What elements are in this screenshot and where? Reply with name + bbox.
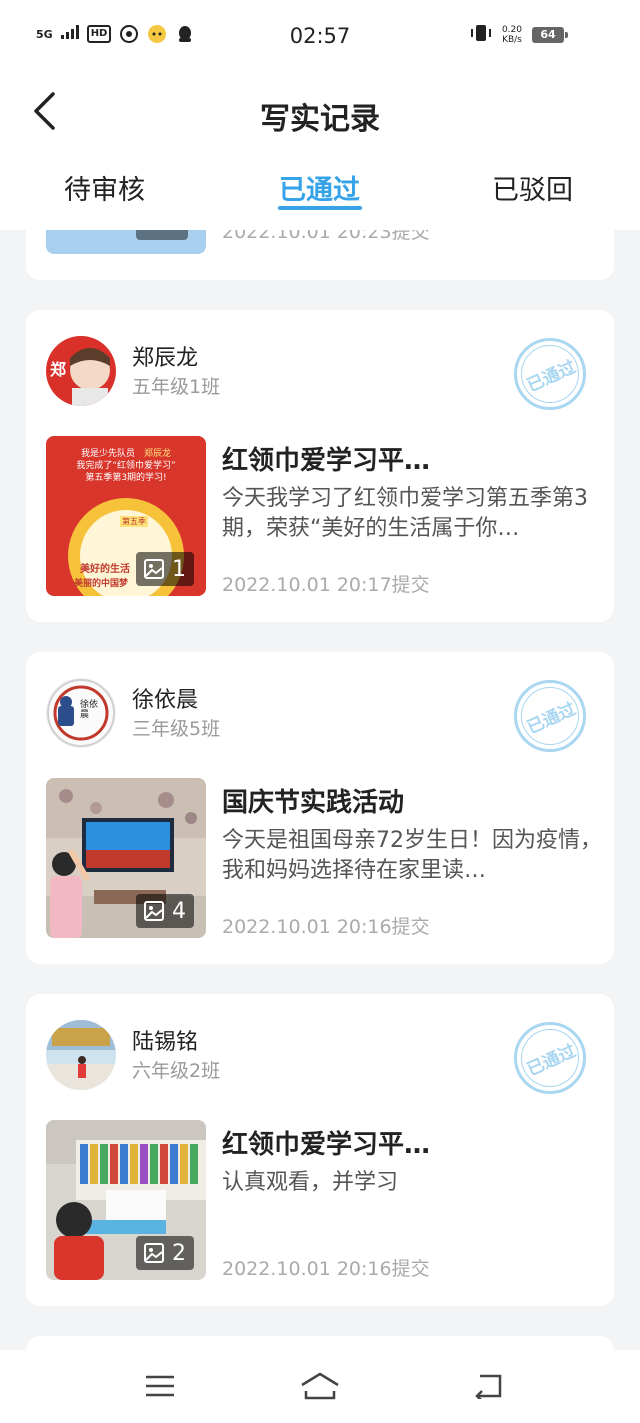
record-card[interactable]: 徐依晨 徐依晨 三年级5班 已通过 4 国庆节实践活动 今天是祖国母亲72岁生日… [26,652,614,964]
thumb-line: 郑辰龙 [143,449,171,459]
record-description: 今天我学习了红领巾爱学习第五季第3期，荣获“美好的生活属于你… [222,486,588,541]
record-thumbnail[interactable]: 我是少先队员 郑辰龙 我完成了“红领巾爱学习” 第五季第3期的学习! 第五季 美… [46,436,206,596]
avatar-text: 徐依晨 [80,700,99,720]
record-description: 认真观看，并学习 [222,1170,399,1195]
image-icon [144,901,164,921]
avatar: 徐依晨 [46,678,116,748]
student-name: 陆锡铭 [132,1030,199,1055]
record-time: 2022.10.01 20:17提交 [222,574,430,596]
menu-icon [146,1375,174,1397]
record-card[interactable]: 郑 郑辰龙 五年级1班 已通过 我是少先队员 郑辰龙 我完成了“红领巾爱学习” … [26,310,614,622]
thumb-line: 第五季 [120,516,148,527]
net-speed: 0.20 KB/s [502,25,522,45]
back-nav-button[interactable] [466,1368,510,1404]
record-card-partial[interactable]: 2022.10.01 20:23提交 [26,230,614,280]
tab-pending[interactable]: 待审核 [64,168,145,207]
record-thumbnail [46,230,206,254]
image-count: 2 [172,1240,186,1266]
record-time: 2022.10.01 20:23提交 [222,230,430,243]
record-list: 2022.10.01 20:23提交 郑 郑辰龙 五年级1班 已通过 我是少先队… [0,230,640,1350]
thumb-line: 美丽的中国梦 [74,579,129,589]
student-class: 三年级5班 [132,718,221,740]
thumb-line: 美好的生活 [80,564,130,575]
avatar [46,1020,116,1090]
image-count-badge: 2 [136,1236,194,1270]
student-name: 郑辰龙 [132,346,199,371]
image-count: 1 [172,556,186,582]
image-count: 4 [172,898,186,924]
record-title: 国庆节实践活动 [222,788,405,818]
record-time: 2022.10.01 20:16提交 [222,1258,430,1280]
avatar: 郑 [46,336,116,406]
thumb-line: 我是少先队员 [81,449,136,459]
avatar-initial: 郑 [50,360,67,379]
return-icon [475,1374,502,1399]
approved-stamp: 已通过 [514,680,586,752]
home-button[interactable] [298,1368,342,1404]
header: 写实记录 [0,72,640,152]
stamp-label: 已通过 [523,1040,579,1080]
tab-rejected[interactable]: 已驳回 [492,168,573,207]
image-count-badge [136,230,188,240]
student-class: 五年级1班 [132,376,221,398]
stamp-label: 已通过 [523,356,579,396]
approved-stamp: 已通过 [514,1022,586,1094]
image-count-badge: 4 [136,894,194,928]
student-class: 六年级2班 [132,1060,221,1082]
tab-bar: 待审核 已通过 已驳回 [0,152,640,230]
vibrate-icon [470,24,492,46]
record-thumbnail[interactable]: 2 [46,1120,206,1280]
status-right-icons: 0.20 KB/s 64 [470,24,568,46]
stamp-label: 已通过 [523,698,579,738]
status-bar: 5G HD 02:57 0.20 KB/s 64 [0,0,640,72]
record-time: 2022.10.01 20:16提交 [222,916,430,938]
thumb-line: 我完成了“红领巾爱学习” [76,461,176,471]
image-icon [144,559,164,579]
record-description: 今天是祖国母亲72岁生日！因为疫情，我和妈妈选择待在家里读… [222,828,602,883]
tab-active-indicator [278,206,362,210]
image-count-badge: 1 [136,552,194,586]
record-card[interactable]: 陆锡铭 六年级2班 已通过 2 红领巾爱学习平… 认真观看，并学习 2022.1… [26,994,614,1306]
home-icon [301,1372,339,1400]
record-card-partial[interactable] [26,1336,614,1350]
record-title: 红领巾爱学习平… [222,446,431,476]
approved-stamp: 已通过 [514,338,586,410]
thumbnail-text: 我是少先队员 郑辰龙 我完成了“红领巾爱学习” 第五季第3期的学习! [46,448,206,484]
thumb-line: 第五季第3期的学习! [85,473,167,483]
net-speed-unit: KB/s [502,35,522,45]
student-name: 徐依晨 [132,688,199,713]
tab-approved[interactable]: 已通过 [279,168,360,207]
record-thumbnail[interactable]: 4 [46,778,206,938]
battery-icon: 64 [532,27,568,43]
menu-button[interactable] [138,1368,182,1404]
page-title: 写实记录 [260,102,380,137]
net-speed-value: 0.20 [501,25,522,35]
image-icon [144,1243,164,1263]
system-nav-bar [0,1350,640,1423]
record-title: 红领巾爱学习平… [222,1130,431,1160]
